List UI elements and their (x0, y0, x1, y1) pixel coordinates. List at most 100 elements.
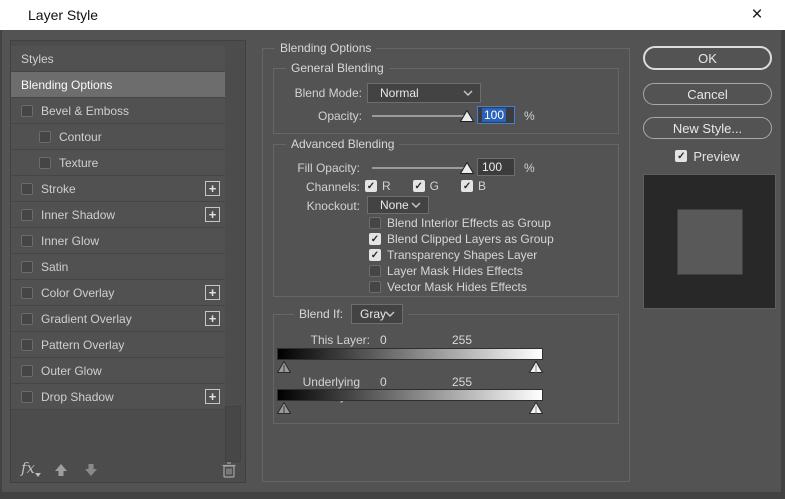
opacity-slider-thumb[interactable] (459, 109, 475, 122)
blend-if-dropdown[interactable]: Gray (351, 304, 404, 324)
style-enable-checkbox[interactable] (21, 338, 33, 351)
underlying-layer-gradient-bar (277, 389, 543, 401)
trash-icon (222, 462, 236, 478)
fill-opacity-input[interactable]: 100 (477, 158, 515, 176)
blending-options-panel: Blending Options General Blending Blend … (262, 41, 630, 482)
sidebar-item-satin[interactable]: Satin (11, 254, 225, 280)
sidebar-item-styles[interactable]: Styles (11, 46, 225, 72)
this-layer-white-thumb[interactable] (528, 360, 544, 373)
sidebar-item-color-overlay[interactable]: Color Overlay + (11, 280, 225, 306)
option-checkbox[interactable] (369, 217, 381, 229)
sidebar-item-label: Bevel & Emboss (41, 103, 130, 118)
add-effect-button[interactable]: + (205, 285, 220, 300)
option-blend-clipped-layers-as-group[interactable]: ✓ Blend Clipped Layers as Group (369, 231, 554, 247)
delete-effect-button[interactable] (221, 461, 237, 479)
style-enable-checkbox[interactable] (39, 156, 51, 169)
fill-opacity-slider-track[interactable] (372, 167, 464, 169)
sidebar-item-stroke[interactable]: Stroke + (11, 176, 225, 202)
this-layer-black-thumb[interactable] (276, 360, 292, 373)
channels-label: Channels: (305, 180, 360, 194)
new-style-button[interactable]: New Style... (643, 117, 772, 139)
fill-opacity-label: Fill Opacity: (297, 161, 360, 175)
cancel-button[interactable]: Cancel (643, 83, 772, 105)
style-enable-checkbox[interactable] (21, 260, 33, 273)
sidebar-item-bevel-emboss[interactable]: Bevel & Emboss (11, 98, 225, 124)
this-layer-gradient-bar (277, 348, 543, 360)
add-effect-button[interactable]: + (205, 207, 220, 222)
this-layer-label: This Layer: (310, 333, 370, 347)
blend-mode-dropdown[interactable]: Normal (367, 83, 481, 103)
sidebar-item-label: Drop Shadow (41, 389, 114, 404)
fx-menu-button[interactable]: fx (21, 459, 43, 477)
sidebar-item-blending-options[interactable]: Blending Options (11, 72, 225, 98)
add-effect-button[interactable]: + (205, 181, 220, 196)
close-icon[interactable]: × (737, 0, 777, 30)
knockout-dropdown[interactable]: None (367, 196, 429, 214)
channel-checkbox[interactable]: ✓ (461, 180, 474, 192)
preview-row: ✓ Preview (643, 148, 772, 164)
option-layer-mask-hides-effects[interactable]: Layer Mask Hides Effects (369, 263, 554, 279)
sidebar-item-outer-glow[interactable]: Outer Glow (11, 358, 225, 384)
add-effect-button[interactable]: + (205, 389, 220, 404)
title-bar: Layer Style × (0, 0, 785, 30)
fill-opacity-slider-thumb[interactable] (459, 161, 475, 174)
sidebar-item-pattern-overlay[interactable]: Pattern Overlay (11, 332, 225, 358)
ok-button[interactable]: OK (643, 46, 772, 70)
option-label: Layer Mask Hides Effects (387, 264, 523, 278)
opacity-input[interactable]: 100 (477, 106, 515, 124)
channel-g[interactable]: ✓ G (412, 179, 439, 193)
opacity-value: 100 (482, 108, 507, 122)
fill-opacity-value: 100 (482, 160, 503, 174)
sidebar-item-contour[interactable]: Contour (11, 124, 225, 150)
style-enable-checkbox[interactable] (21, 208, 33, 221)
style-enable-checkbox[interactable] (21, 286, 33, 299)
style-enable-checkbox[interactable] (21, 104, 33, 117)
knockout-value: None (380, 198, 409, 212)
preview-checkbox[interactable]: ✓ (675, 150, 688, 162)
layer-style-dialog: Layer Style × Styles Blending Options Beve… (0, 0, 785, 499)
general-blending-group: General Blending Blend Mode: Normal Opac… (273, 61, 619, 134)
knockout-label: Knockout: (306, 199, 360, 213)
style-enable-checkbox[interactable] (21, 182, 33, 195)
style-enable-checkbox[interactable] (39, 130, 51, 143)
move-effect-down-button[interactable] (83, 462, 99, 478)
sidebar-item-drop-shadow[interactable]: Drop Shadow + (11, 384, 225, 410)
sidebar-item-gradient-overlay[interactable]: Gradient Overlay + (11, 306, 225, 332)
sidebar-item-label: Contour (59, 129, 102, 144)
dialog-edge (0, 30, 2, 499)
underlying-layer-max: 255 (452, 375, 473, 389)
sidebar-item-label: Blending Options (21, 77, 113, 92)
option-checkbox[interactable]: ✓ (369, 249, 381, 261)
arrow-up-icon (55, 464, 67, 476)
option-blend-interior-effects-as-group[interactable]: Blend Interior Effects as Group (369, 215, 554, 231)
option-checkbox[interactable] (369, 281, 381, 293)
add-effect-button[interactable]: + (205, 311, 220, 326)
group-title: General Blending (286, 61, 389, 75)
channel-checkbox[interactable]: ✓ (412, 180, 425, 192)
sidebar-item-inner-shadow[interactable]: Inner Shadow + (11, 202, 225, 228)
channel-r[interactable]: ✓ R (365, 179, 391, 193)
underlying-layer-white-thumb[interactable] (528, 401, 544, 414)
blend-mode-value: Normal (380, 86, 419, 100)
dialog-edge (781, 30, 785, 499)
style-enable-checkbox[interactable] (21, 364, 33, 377)
blend-mode-label: Blend Mode: (294, 86, 362, 100)
channel-checkbox[interactable]: ✓ (365, 180, 377, 192)
sidebar-item-texture[interactable]: Texture (11, 150, 225, 176)
option-vector-mask-hides-effects[interactable]: Vector Mask Hides Effects (369, 279, 554, 295)
option-checkbox[interactable]: ✓ (369, 233, 381, 245)
underlying-layer-min: 0 (380, 375, 387, 389)
sidebar-item-label: Inner Shadow (41, 207, 116, 222)
sidebar-item-inner-glow[interactable]: Inner Glow (11, 228, 225, 254)
move-effect-up-button[interactable] (53, 462, 69, 478)
style-enable-checkbox[interactable] (21, 312, 33, 325)
option-checkbox[interactable] (369, 265, 381, 277)
sidebar-item-label: Color Overlay (41, 285, 115, 300)
channel-b[interactable]: ✓ B (461, 179, 486, 193)
underlying-layer-black-thumb[interactable] (276, 401, 292, 414)
styles-sidebar: Styles Blending Options Bevel & Emboss Cont… (10, 40, 246, 483)
option-transparency-shapes-layer[interactable]: ✓ Transparency Shapes Layer (369, 247, 554, 263)
style-enable-checkbox[interactable] (21, 234, 33, 247)
opacity-slider-track[interactable] (372, 115, 464, 117)
style-enable-checkbox[interactable] (21, 390, 33, 403)
